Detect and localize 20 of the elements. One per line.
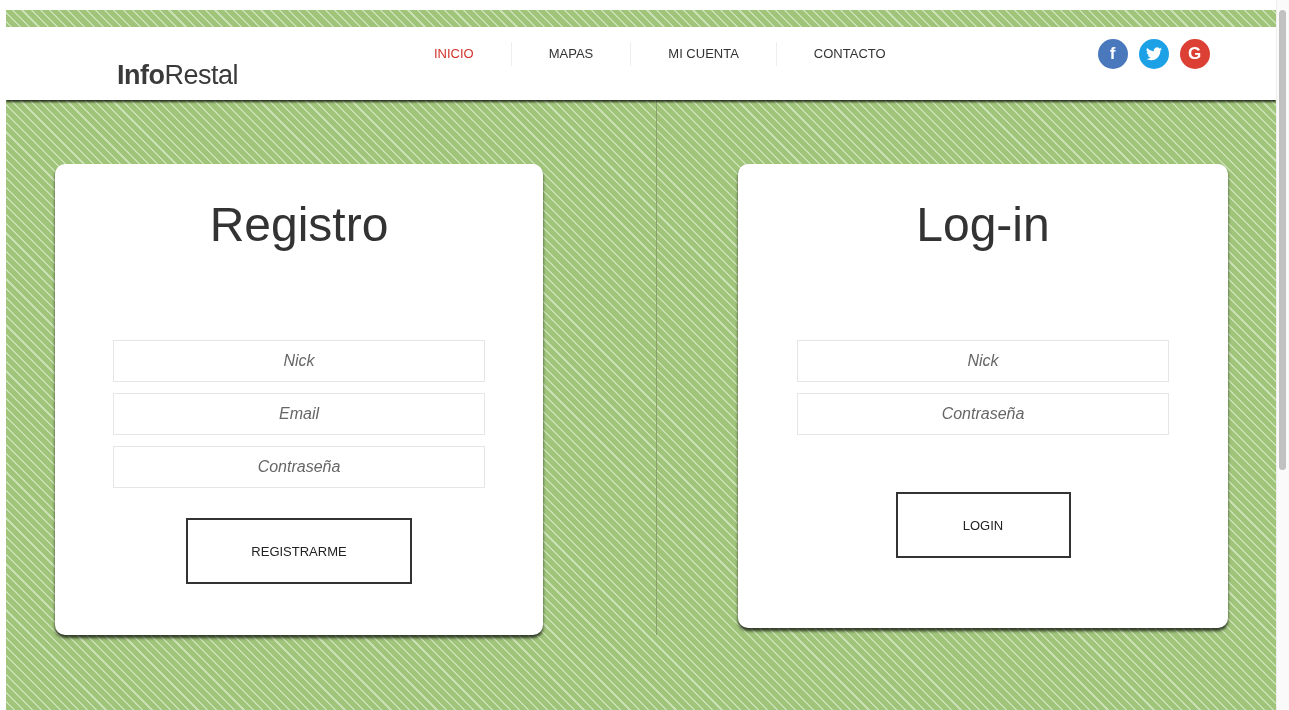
nav-link[interactable]: CONTACTO (775, 42, 923, 67)
google-button[interactable]: G (1179, 39, 1210, 70)
form-title: Registro (209, 197, 389, 253)
nav-link[interactable]: MAPAS (510, 42, 631, 67)
submit-button[interactable]: REGISTRARME (186, 518, 412, 584)
input-field[interactable]: Email (113, 393, 485, 435)
bird-icon (1145, 47, 1162, 62)
form-title: Log-in (916, 197, 1050, 253)
scrollbar-thumb[interactable] (1279, 10, 1286, 470)
facebook-button[interactable]: f (1097, 39, 1128, 70)
input-field[interactable]: Nick (797, 340, 1169, 382)
twitter-button[interactable] (1138, 39, 1169, 70)
nav-link[interactable]: INICIO (397, 42, 511, 67)
input-field[interactable]: Contraseña (113, 446, 485, 488)
input-field[interactable]: Nick (113, 340, 485, 382)
nav-link[interactable]: MI CUENTA (630, 42, 776, 67)
logo[interactable]: InfoRestal (117, 59, 397, 91)
input-field[interactable]: Contraseña (797, 393, 1169, 435)
scrollbar[interactable] (1276, 0, 1289, 710)
submit-button[interactable]: LOGIN (895, 492, 1071, 558)
